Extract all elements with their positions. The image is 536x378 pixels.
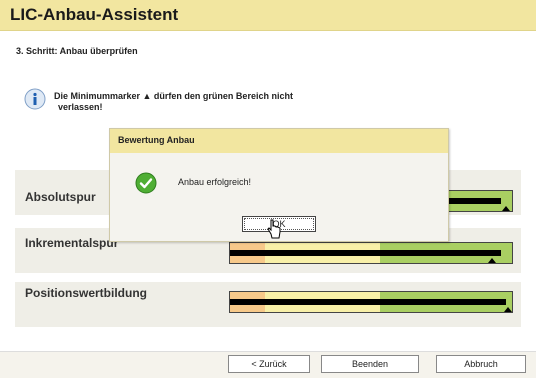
window-title: LIC-Anbau-Assistent [10, 5, 179, 24]
info-line-2: verlassen! [58, 102, 103, 112]
dialog-title: Bewertung Anbau [118, 135, 195, 145]
hand-cursor-icon [267, 219, 281, 239]
section-positionswertbildung: Positionswertbildung [15, 282, 521, 327]
finish-button[interactable]: Beenden [321, 355, 419, 373]
section-label: Positionswertbildung [25, 286, 147, 300]
info-text: Die Minimummarker ▲ dürfen den grünen Be… [54, 91, 354, 113]
back-button[interactable]: < Zurück [228, 355, 310, 373]
min-marker [502, 206, 510, 211]
section-label: Inkrementalspur [25, 236, 119, 250]
info-line-1: Die Minimummarker ▲ dürfen den grünen Be… [54, 91, 293, 101]
gauge-positionswertbildung [229, 291, 513, 313]
dialog-title-bar: Bewertung Anbau [110, 129, 448, 153]
cancel-button[interactable]: Abbruch [436, 355, 526, 373]
wizard-window: LIC-Anbau-Assistent 3. Schritt: Anbau üb… [0, 0, 536, 378]
button-bar: < Zurück Beenden Abbruch [0, 351, 536, 378]
min-marker [504, 307, 512, 312]
level-bar [230, 299, 506, 305]
check-icon [135, 172, 157, 194]
info-icon [24, 88, 46, 110]
gauge-inkrementalspur [229, 242, 513, 264]
step-label: 3. Schritt: Anbau überprüfen [16, 46, 138, 56]
dialog-message: Anbau erfolgreich! [178, 177, 252, 187]
section-label: Absolutspur [25, 190, 96, 204]
level-bar [230, 250, 501, 256]
min-marker [488, 258, 496, 263]
title-bar: LIC-Anbau-Assistent [0, 0, 536, 31]
